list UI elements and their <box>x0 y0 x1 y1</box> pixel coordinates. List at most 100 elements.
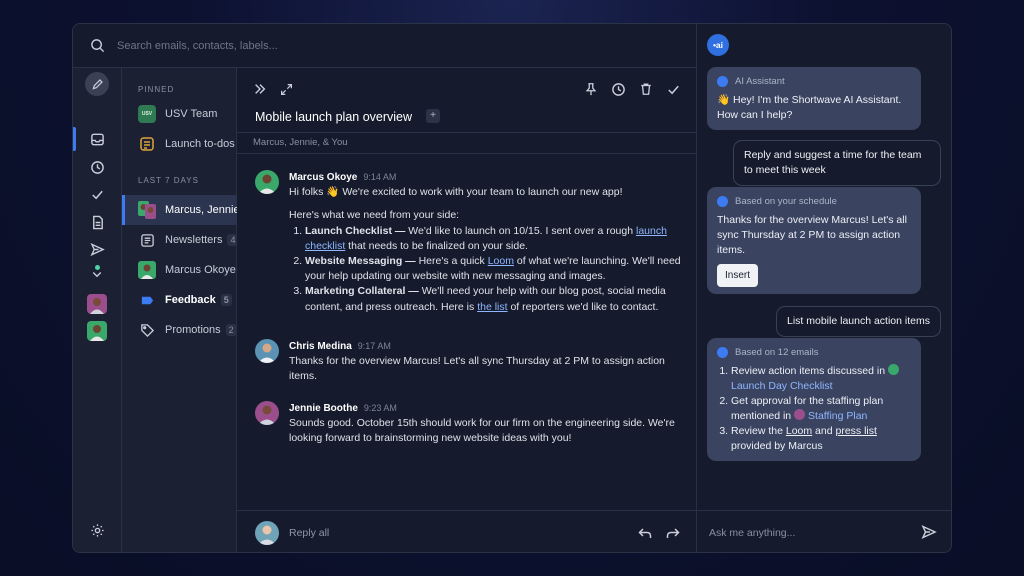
bubble-text: Thanks for the overview Marcus! Let's al… <box>717 214 907 256</box>
collapse-panel-button[interactable] <box>251 80 269 98</box>
avatar <box>255 170 279 194</box>
unread-count: 2 <box>225 324 237 336</box>
loom-link[interactable]: Loom <box>786 425 812 437</box>
press-list-link[interactable]: press list <box>835 425 876 437</box>
forward-icon <box>666 528 680 538</box>
compose-button[interactable] <box>85 72 109 96</box>
action-list: Launch Checklist — We'd like to launch o… <box>305 224 685 315</box>
search-input[interactable]: Search emails, contacts, labels... <box>117 40 278 52</box>
loom-link[interactable]: Loom <box>488 255 514 267</box>
trash-icon <box>641 83 651 95</box>
inbox-button[interactable] <box>85 127 109 151</box>
list-item: Launch Checklist — We'd like to launch o… <box>305 224 685 254</box>
thread-participants: Marcus, Jennie, & You <box>237 132 697 154</box>
chevron-down-icon <box>92 272 102 278</box>
message-jennie: Jennie Boothe 9:23 AM Sounds good. Octobe… <box>255 401 685 447</box>
thread-toolbar <box>237 68 697 110</box>
list-item-newsletters[interactable]: Newsletters 4 <box>122 225 237 255</box>
list-item-feedback[interactable]: Feedback 5 <box>122 285 237 315</box>
staffing-plan-chip[interactable]: Staffing Plan <box>794 409 867 422</box>
bubble-header: Based on your schedule <box>735 196 837 207</box>
list-item-launch-todos[interactable]: Launch to-dos <box>122 129 237 159</box>
clock-icon <box>90 160 104 174</box>
message-time: 9:17 AM <box>357 341 391 351</box>
reporters-list-link[interactable]: the list <box>477 301 507 313</box>
search-bar[interactable]: Search emails, contacts, labels... <box>73 24 696 68</box>
avatar <box>255 339 279 363</box>
ai-greeting-bubble: AI Assistant 👋 Hey! I'm the Shortwave AI… <box>707 67 921 130</box>
mark-done-button[interactable] <box>664 80 682 98</box>
forward-button[interactable] <box>665 525 681 541</box>
send-button[interactable] <box>921 524 939 542</box>
contact-avatar-marcus[interactable] <box>87 321 107 341</box>
list-item-marcus-jennie[interactable]: Marcus, Jennie <box>122 195 237 225</box>
list-item-label: Promotions <box>165 324 221 336</box>
insert-button[interactable]: Insert <box>717 264 759 287</box>
ai-action-items-bubble: Based on 12 emails Review action items d… <box>707 338 921 461</box>
sent-button[interactable] <box>85 237 109 261</box>
search-icon <box>91 39 105 53</box>
pencil-icon <box>92 78 103 89</box>
list-item: Review the Loom and press list provided … <box>731 424 911 454</box>
pin-button[interactable] <box>582 80 600 98</box>
double-chevron-right-icon <box>255 84 266 94</box>
done-button[interactable] <box>85 182 109 206</box>
ai-schedule-bubble: Based on your schedule Thanks for the ov… <box>707 187 921 294</box>
app-window: PINNED USV USV Team Launch to-dos LAST 7… <box>72 23 952 553</box>
list-item-usv-team[interactable]: USV USV Team <box>122 99 237 129</box>
fullscreen-button[interactable] <box>277 80 295 98</box>
list-item: Marketing Collateral — We'll need your h… <box>305 284 685 314</box>
drafts-button[interactable] <box>85 210 109 234</box>
pinned-section-label: PINNED <box>138 85 175 94</box>
user-prompt-bubble: List mobile launch action items <box>776 306 941 337</box>
contact-avatar-jennie[interactable] <box>87 294 107 314</box>
recent-section-label: LAST 7 DAYS <box>138 176 199 185</box>
reply-button[interactable] <box>637 525 653 541</box>
todo-list-icon <box>138 135 156 153</box>
list-item-marcus-okoye[interactable]: Marcus Okoye <box>122 255 237 285</box>
pin-icon <box>585 83 597 96</box>
thread-subject: Mobile launch plan overview <box>255 110 413 124</box>
bubble-header: Based on 12 emails <box>735 347 819 358</box>
action-items-list: Review action items discussed in Launch … <box>731 364 911 454</box>
message-marcus: Marcus Okoye 9:14 AM Hi folks 👋 We're exc… <box>255 170 685 315</box>
expand-icon <box>280 83 292 95</box>
unread-count: 4 <box>227 234 237 246</box>
list-item-label: Newsletters <box>165 234 223 246</box>
list-item-label: Feedback <box>165 294 216 306</box>
marcus-avatar <box>138 261 156 279</box>
ai-prompt-input[interactable]: Ask me anything... <box>709 527 795 539</box>
snoozed-button[interactable] <box>85 155 109 179</box>
sender-name: Jennie Boothe <box>289 403 358 414</box>
message-intro: Hi folks 👋 We're excited to work with yo… <box>289 186 623 199</box>
add-label-button[interactable]: + <box>426 109 440 123</box>
document-icon <box>92 215 103 229</box>
label-tag-icon <box>138 291 156 309</box>
list-item-label: Marcus, Jennie <box>165 204 237 216</box>
user-prompt-bubble: Reply and suggest a time for the team to… <box>733 140 941 186</box>
thread-list: PINNED USV USV Team Launch to-dos LAST 7… <box>122 24 237 552</box>
rail-active-indicator <box>73 127 76 151</box>
sparkle-icon <box>717 196 728 207</box>
delete-button[interactable] <box>637 80 655 98</box>
list-item: Get approval for the staffing plan menti… <box>731 394 911 424</box>
thread-view: Search emails, contacts, labels... Mobil… <box>73 24 697 552</box>
list-item-label: Marcus Okoye <box>165 264 236 276</box>
more-button[interactable] <box>85 267 109 281</box>
snooze-button[interactable] <box>609 80 627 98</box>
message-chris: Chris Medina 9:17 AM Thanks for the overv… <box>255 339 685 385</box>
list-item-label: USV Team <box>165 108 218 120</box>
message-need: Here's what we need from your side: <box>289 209 460 222</box>
avatar <box>255 401 279 425</box>
sparkle-icon <box>717 76 728 87</box>
newsletter-icon <box>138 231 156 249</box>
reply-input[interactable]: Reply all <box>289 527 329 539</box>
list-item-promotions[interactable]: Promotions 2 <box>122 315 237 345</box>
sender-name: Chris Medina <box>289 341 352 352</box>
settings-button[interactable] <box>85 518 109 542</box>
message-time: 9:23 AM <box>363 403 397 413</box>
ai-assistant-panel: •ai AI Assistant 👋 Hey! I'm the Shortwav… <box>697 24 951 552</box>
message-text: Sounds good. October 15th should work fo… <box>289 417 675 445</box>
list-item: Website Messaging — Here's a quick Loom … <box>305 254 685 284</box>
send-icon <box>921 524 937 540</box>
